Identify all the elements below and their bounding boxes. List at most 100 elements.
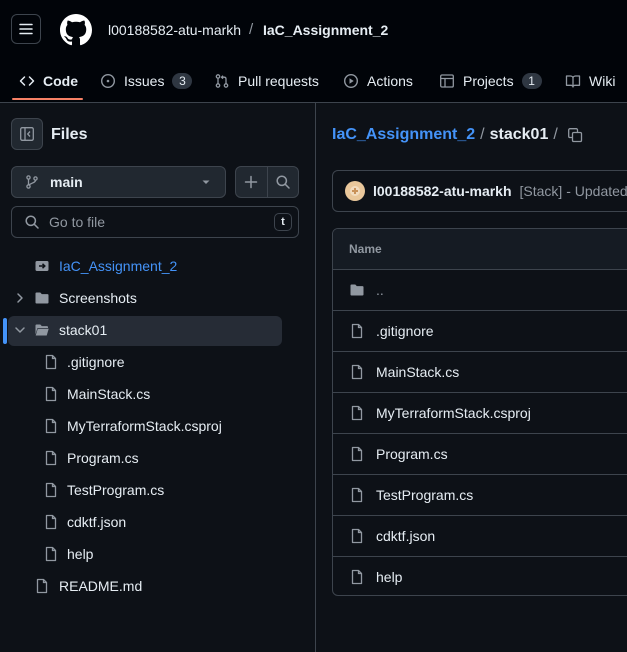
commit-author-link[interactable]: l00188582-atu-markh [373,183,512,199]
tab-label: Actions [367,73,413,89]
tree-item-label: README.md [59,578,143,594]
tree-item-repo-root[interactable]: IaC_Assignment_2 [0,252,290,280]
table-row[interactable]: Program.cs [333,434,627,475]
tree-item-label: MyTerraformStack.csproj [67,418,222,434]
file-name[interactable]: .gitignore [376,323,434,339]
tree-item-label: IaC_Assignment_2 [59,258,178,274]
tree-item-file[interactable]: help [0,540,290,568]
file-name[interactable]: Program.cs [376,446,448,462]
tree-item-file[interactable]: cdktf.json [0,508,290,536]
file-icon [43,450,59,466]
file-icon [349,446,365,462]
tree-item-label: .gitignore [67,354,125,370]
git-branch-icon [24,174,40,190]
tree-item-file[interactable]: .gitignore [0,348,290,376]
tree-item-file[interactable]: MainStack.cs [0,380,290,408]
tree-item-label: help [67,546,94,562]
tab-label: Issues [124,73,165,89]
breadcrumb-repo-link[interactable]: IaC_Assignment_2 [332,126,475,144]
collapse-file-tree-button[interactable] [11,118,43,150]
breadcrumb-separator: / [553,126,558,143]
repo-link[interactable]: IaC_Assignment_2 [263,22,388,38]
table-row[interactable]: MainStack.cs [333,352,627,393]
tree-item-stack01[interactable]: stack01 [0,316,290,344]
file-name[interactable]: TestProgram.cs [376,487,473,503]
branch-selector[interactable]: main [11,166,226,198]
repo-nav-tabs: Code Issues 3 Pull requests Actions Proj… [0,60,627,103]
tab-actions[interactable]: Actions [343,60,413,102]
breadcrumb-separator: / [249,21,254,38]
main-content: IaC_Assignment_2 / stack01 / l00188582-a… [316,102,627,652]
latest-commit-bar: l00188582-atu-markh [Stack] - Updated [332,170,627,212]
table-row[interactable]: help [333,557,627,595]
breadcrumb-separator: / [480,126,485,143]
folder-open-icon [34,322,50,338]
avatar[interactable] [345,181,365,201]
table-row-parent-dir[interactable]: .. [333,270,627,311]
file-icon [43,354,59,370]
file-icon [349,323,365,339]
tab-label: Projects [463,73,514,89]
breadcrumb-current-folder: stack01 [489,126,549,143]
tree-item-label: MainStack.cs [67,386,151,402]
tree-item-label: TestProgram.cs [67,482,165,498]
chevron-right-icon[interactable] [12,290,28,306]
copy-icon[interactable] [567,127,583,143]
file-icon [349,487,365,503]
table-row[interactable]: .gitignore [333,311,627,352]
tab-label: Wiki [589,73,616,89]
tab-issues[interactable]: Issues 3 [100,60,193,102]
table-row[interactable]: TestProgram.cs [333,475,627,516]
search-icon [275,174,291,190]
github-logo-icon[interactable] [60,14,92,46]
search-code-button[interactable] [268,167,299,197]
tree-item-file[interactable]: TestProgram.cs [0,476,290,504]
file-icon [349,405,365,421]
issue-opened-icon [100,73,116,89]
tab-pull-requests[interactable]: Pull requests [214,60,319,102]
go-to-file-input[interactable] [49,214,264,230]
search-icon [24,214,40,230]
file-icon [43,482,59,498]
sidebar-collapse-icon [19,126,35,142]
file-tree-sidebar: Files main t I [0,102,316,652]
go-to-file-field[interactable]: t [11,206,299,238]
tree-item-label: Program.cs [67,450,139,466]
file-icon [43,546,59,562]
tab-projects[interactable]: Projects 1 [439,60,542,102]
file-name[interactable]: .. [376,282,384,298]
tab-wiki[interactable]: Wiki [565,60,615,102]
file-icon [43,514,59,530]
chevron-down-icon[interactable] [12,322,28,338]
tree-item-screenshots[interactable]: Screenshots [0,284,290,312]
branch-name: main [50,174,83,190]
tree-item-file[interactable]: README.md [0,572,290,600]
play-icon [343,73,359,89]
tab-label: Code [43,73,78,89]
table-header-name: Name [333,229,627,270]
table-icon [439,73,455,89]
plus-icon [243,174,259,190]
file-name[interactable]: MyTerraformStack.csproj [376,405,531,421]
tree-item-file[interactable]: MyTerraformStack.csproj [0,412,290,440]
file-icon [43,386,59,402]
active-tab-underline [12,98,83,100]
menu-button[interactable] [11,14,41,44]
add-file-button[interactable] [236,167,268,197]
commit-message[interactable]: [Stack] - Updated [520,183,627,199]
folder-icon [34,290,50,306]
file-name[interactable]: cdktf.json [376,528,435,544]
folder-icon [349,282,365,298]
repo-root-icon [34,258,50,274]
file-name[interactable]: MainStack.cs [376,364,459,380]
file-icon [349,569,365,585]
projects-count-badge: 1 [521,73,542,89]
file-icon [34,578,50,594]
table-row[interactable]: MyTerraformStack.csproj [333,393,627,434]
tree-item-file[interactable]: Program.cs [0,444,290,472]
table-row[interactable]: cdktf.json [333,516,627,557]
owner-link[interactable]: l00188582-atu-markh [108,22,241,38]
file-name[interactable]: help [376,569,402,585]
breadcrumb: IaC_Assignment_2 / stack01 / [332,126,583,144]
tab-code[interactable]: Code [19,60,78,102]
